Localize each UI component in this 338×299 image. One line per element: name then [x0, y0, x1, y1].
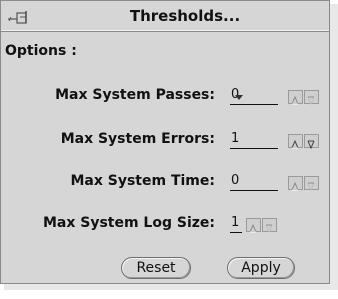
max-system-log-size-row: Max System Log Size: 1 — [1, 213, 329, 237]
max-system-passes-row: Max System Passes: 0 — [1, 85, 329, 109]
window-title: Thresholds... — [129, 7, 241, 25]
max-system-errors-label: Max System Errors: — [60, 131, 215, 147]
increment-arrow-icon[interactable] — [288, 134, 303, 149]
max-system-passes-stepper[interactable] — [288, 90, 322, 106]
increment-arrow-icon[interactable] — [288, 90, 303, 105]
max-system-errors-stepper[interactable] — [288, 134, 322, 150]
increment-arrow-icon[interactable] — [246, 218, 261, 233]
max-system-time-row: Max System Time: 0 — [1, 171, 329, 195]
max-system-log-size-input[interactable]: 1 — [230, 213, 242, 233]
thresholds-window: Thresholds... Options : Max System Passe… — [0, 0, 330, 284]
window-shadow-bottom — [4, 284, 338, 290]
apply-button[interactable]: Apply — [227, 257, 295, 279]
decrement-arrow-icon[interactable] — [304, 134, 319, 150]
max-system-errors-input[interactable]: 1 — [230, 129, 278, 149]
max-system-errors-row: Max System Errors: 1 — [1, 129, 329, 153]
decrement-arrow-icon[interactable] — [304, 176, 319, 192]
decrement-arrow-icon[interactable] — [262, 218, 277, 234]
text-caret-icon — [235, 95, 243, 100]
options-heading: Options : — [5, 43, 77, 59]
max-system-time-stepper[interactable] — [288, 176, 322, 192]
increment-arrow-icon[interactable] — [288, 176, 303, 191]
max-system-log-size-stepper[interactable] — [246, 218, 280, 234]
max-system-time-label: Max System Time: — [70, 173, 215, 189]
max-system-time-input[interactable]: 0 — [230, 171, 278, 191]
max-system-log-size-label: Max System Log Size: — [42, 215, 215, 231]
max-system-passes-label: Max System Passes: — [55, 87, 215, 103]
reset-button[interactable]: Reset — [121, 257, 191, 279]
window-shadow — [330, 4, 338, 289]
title-bar[interactable]: Thresholds... — [1, 1, 329, 32]
decrement-arrow-icon[interactable] — [304, 90, 319, 106]
